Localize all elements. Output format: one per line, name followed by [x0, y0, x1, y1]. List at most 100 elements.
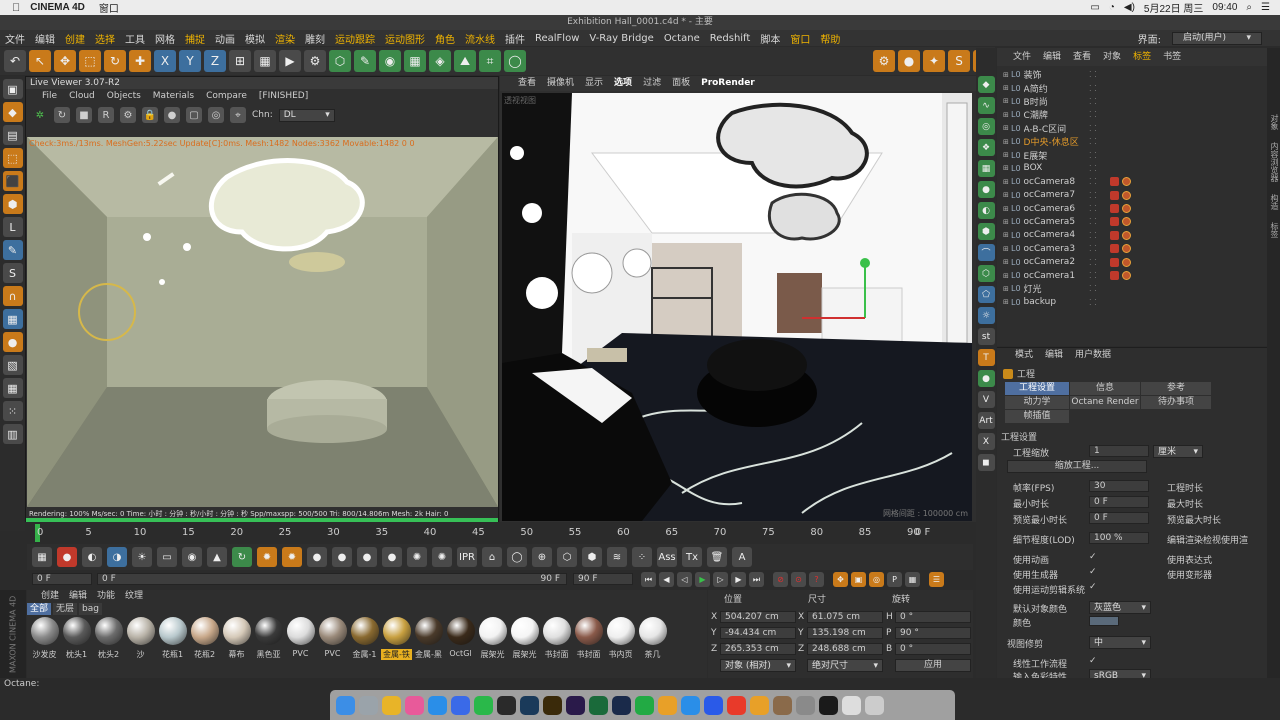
ass-icon[interactable]: Ass: [657, 547, 677, 567]
object-row[interactable]: ⊞ L0 ocCamera6 ⁚ ⁚: [997, 202, 1267, 215]
camera-tag-icon[interactable]: [1110, 190, 1119, 200]
x-axis-icon[interactable]: X: [154, 50, 176, 72]
attribute-tab-0[interactable]: 工程设置: [1005, 382, 1069, 395]
p-rotation-field[interactable]: 90 °: [895, 627, 971, 639]
menu-item-22[interactable]: 帮助: [815, 31, 845, 46]
workplane-icon[interactable]: ▤: [2, 125, 23, 145]
wechat-icon[interactable]: [474, 695, 493, 715]
preferences-icon[interactable]: [796, 695, 815, 715]
x-position-field[interactable]: 504.207 cm: [720, 611, 796, 623]
z-size-field[interactable]: 248.688 cm: [807, 643, 883, 655]
search-icon[interactable]: ⌕: [1246, 2, 1252, 13]
chrome-icon[interactable]: [382, 695, 401, 715]
menu-item-5[interactable]: 网格: [150, 31, 180, 46]
object-row[interactable]: ⊞ L0 B时尚 ⁚ ⁚: [997, 95, 1267, 108]
octane-logo-icon[interactable]: ✲: [32, 107, 48, 123]
vertical-tab-2[interactable]: 构造: [1270, 194, 1279, 210]
timeline-ruler[interactable]: 0 5 10 15 20 25 30 35 40 45 50 55 60 65 70 75 80 85 90 0 F: [27, 524, 973, 542]
layer-icon[interactable]: ▧: [2, 355, 23, 375]
visibility-dots[interactable]: ⁚ ⁚: [1089, 97, 1097, 106]
lock-icon[interactable]: 🔒: [142, 107, 158, 123]
object-row[interactable]: ⊞ L0 ocCamera5 ⁚ ⁚: [997, 215, 1267, 228]
object-row[interactable]: ⊞ L0 ocCamera8 ⁚ ⁚: [997, 175, 1267, 188]
menu-item-13[interactable]: 角色: [430, 31, 460, 46]
object-row[interactable]: ⊞ L0 D中央-休息区 ⁚ ⁚: [997, 135, 1267, 148]
expand-icon[interactable]: ⊞: [1003, 97, 1011, 105]
live-viewer-menu-item-2[interactable]: Objects: [107, 89, 141, 103]
menu-item-9[interactable]: 渲染: [270, 31, 300, 46]
attribute-menu-item-1[interactable]: 编辑: [1045, 348, 1063, 362]
expand-icon[interactable]: ⊞: [1003, 124, 1011, 132]
visibility-dots[interactable]: ⁚ ⁚: [1089, 217, 1097, 226]
gear-white-icon[interactable]: ✺: [407, 547, 427, 567]
sphere-dark-icon[interactable]: ●: [382, 547, 402, 567]
settings-gear-icon[interactable]: ⚙: [120, 107, 136, 123]
safari-icon[interactable]: [428, 695, 447, 715]
menu-item-12[interactable]: 运动图形: [380, 31, 430, 46]
protection-tag-icon[interactable]: [1122, 217, 1131, 227]
viewport-menu-item-0[interactable]: 查看: [518, 76, 536, 91]
script-icon[interactable]: st: [977, 328, 995, 345]
view-clip-dropdown[interactable]: 中 ▾: [1089, 636, 1151, 649]
y-size-field[interactable]: 135.198 cm: [807, 627, 883, 639]
object-row[interactable]: ⊞ L0 ocCamera1 ⁚ ⁚: [997, 269, 1267, 282]
visibility-dots[interactable]: ⁚ ⁚: [1089, 164, 1097, 173]
material-item[interactable]: OctGl: [445, 617, 476, 663]
archive-icon[interactable]: [842, 695, 861, 715]
sphere-grey-icon[interactable]: ●: [307, 547, 327, 567]
excel-icon[interactable]: [589, 695, 608, 715]
app-menu[interactable]: CINEMA 4D: [30, 2, 85, 13]
move-plus-icon[interactable]: ✚: [129, 50, 151, 72]
material-item[interactable]: 沙: [125, 617, 156, 663]
protection-tag-icon[interactable]: [1122, 244, 1131, 254]
visibility-dots[interactable]: ⁚ ⁚: [1089, 124, 1097, 133]
magnet-icon[interactable]: ∩: [2, 286, 23, 306]
array-icon[interactable]: ▦: [977, 160, 995, 177]
material-filter-1[interactable]: 无层: [53, 603, 78, 615]
axis-icon[interactable]: L: [2, 217, 23, 237]
key-rotate-icon[interactable]: ◎: [869, 572, 884, 587]
sphere-white-icon[interactable]: ●: [357, 547, 377, 567]
object-row[interactable]: ⊞ L0 C潮牌 ⁚ ⁚: [997, 108, 1267, 121]
location-pin-icon[interactable]: ⌖: [230, 107, 246, 123]
visibility-dots[interactable]: ⁚ ⁚: [1089, 191, 1097, 200]
use-motion-checkbox[interactable]: ✓: [1089, 582, 1097, 592]
nurbs-icon[interactable]: ◎: [977, 118, 995, 135]
key-param-icon[interactable]: P: [887, 572, 902, 587]
spot-light-icon[interactable]: ▲: [207, 547, 227, 567]
apply-button[interactable]: 应用: [895, 659, 971, 672]
plugin-icon[interactable]: ◼: [977, 454, 995, 471]
material-item[interactable]: 展架光: [509, 617, 540, 663]
menu-item-3[interactable]: 选择: [90, 31, 120, 46]
s-plugin-icon[interactable]: S: [948, 50, 970, 72]
protection-tag-icon[interactable]: [1122, 230, 1131, 240]
prev-key-icon[interactable]: ◀: [659, 572, 674, 587]
record-key-icon[interactable]: ⊘: [773, 572, 788, 587]
vray-icon[interactable]: V: [977, 391, 995, 408]
object-row[interactable]: ⊞ L0 ocCamera7 ⁚ ⁚: [997, 189, 1267, 202]
attribute-tab-6[interactable]: 帧插值: [1005, 410, 1069, 423]
y-position-field[interactable]: -94.434 cm: [720, 627, 796, 639]
c4d-icon[interactable]: [612, 695, 631, 715]
appstore-icon[interactable]: [681, 695, 700, 715]
attribute-tab-4[interactable]: Octane Render: [1070, 396, 1140, 409]
visibility-dots[interactable]: ⁚ ⁚: [1089, 177, 1097, 186]
preview-min-field[interactable]: 0 F: [1089, 512, 1149, 524]
baidu-icon[interactable]: [704, 695, 723, 715]
menu-item-16[interactable]: RealFlow: [530, 33, 584, 44]
weibo-icon[interactable]: [727, 695, 746, 715]
menu-list-icon[interactable]: ☰: [1261, 2, 1270, 13]
box-icon[interactable]: ⬡: [557, 547, 577, 567]
attribute-tab-2[interactable]: 参考: [1141, 382, 1211, 395]
use-animation-checkbox[interactable]: ✓: [1089, 552, 1097, 562]
protection-tag-icon[interactable]: [1122, 190, 1131, 200]
expand-icon[interactable]: ⊞: [1003, 272, 1011, 280]
colorsync-icon[interactable]: [405, 695, 424, 715]
music-icon[interactable]: [750, 695, 769, 715]
stop-icon[interactable]: ■: [76, 107, 92, 123]
material-item[interactable]: 茶几: [637, 617, 668, 663]
cube-icon[interactable]: ⬡: [329, 50, 351, 72]
expand-icon[interactable]: ⊞: [1003, 245, 1011, 253]
effector-icon[interactable]: ◐: [977, 202, 995, 219]
vertical-tab-0[interactable]: 对象: [1270, 114, 1279, 130]
